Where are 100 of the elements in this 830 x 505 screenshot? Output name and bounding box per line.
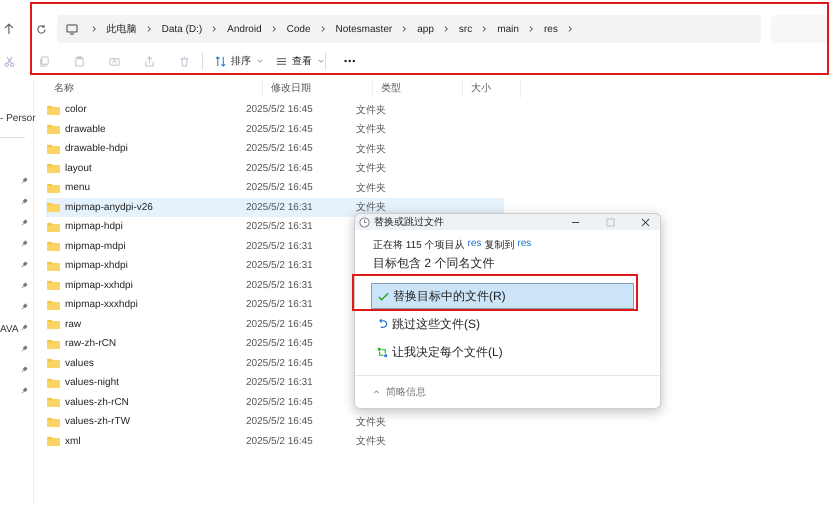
chevron-icon[interactable] xyxy=(528,25,534,33)
breadcrumb[interactable]: main xyxy=(497,24,519,34)
compare-icon xyxy=(377,346,388,358)
breadcrumb[interactable]: src xyxy=(458,24,472,34)
modified-date: 2025/5/2 16:31 xyxy=(246,202,314,213)
file-type: 文件夹 xyxy=(356,416,386,429)
file-name: xml xyxy=(65,436,82,447)
source-link[interactable]: res xyxy=(468,238,482,252)
dialog-heading: 目标包含 2 个同名文件 xyxy=(373,255,496,272)
option-button[interactable]: 让我决定每个文件(L) xyxy=(371,339,634,365)
view-button[interactable]: 查看 xyxy=(272,54,333,68)
modified-date: 2025/5/2 16:45 xyxy=(246,358,314,369)
details-toggle[interactable]: 简略信息 xyxy=(386,385,426,399)
destination-link[interactable]: res xyxy=(517,238,532,252)
chevron-icon[interactable] xyxy=(146,25,152,33)
file-name: mipmap-xxxhdpi xyxy=(65,299,139,310)
modified-date: 2025/5/2 16:31 xyxy=(246,280,314,291)
folder-icon xyxy=(47,358,60,368)
chevron-icon[interactable] xyxy=(482,25,488,33)
file-name: color xyxy=(65,104,88,116)
column-header[interactable]: 修改日期 xyxy=(263,80,373,98)
file-name: values-zh-rCN xyxy=(65,396,130,408)
file-name: raw-zh-rCN xyxy=(65,338,118,350)
status-text: 正在将 115 个项目从 xyxy=(373,238,464,252)
file-name: menu xyxy=(65,182,92,194)
breadcrumb[interactable]: Notesmaster xyxy=(336,24,392,34)
clock-icon xyxy=(359,216,370,228)
file-name: values-night xyxy=(65,377,120,388)
caret-icon xyxy=(318,59,324,63)
close-icon[interactable] xyxy=(641,218,650,226)
sidebar-item[interactable]: - Persor xyxy=(0,113,36,124)
file-row[interactable]: drawable 2025/5/2 16:45 文件夹 xyxy=(46,120,504,139)
folder-icon xyxy=(47,436,60,446)
chevron-icon[interactable] xyxy=(92,25,97,33)
file-name: drawable-hdpi xyxy=(65,143,129,154)
modified-date: 2025/5/2 16:45 xyxy=(246,416,314,428)
computer-icon xyxy=(66,24,78,34)
file-row[interactable]: values-zh-rTW 2025/5/2 16:45 文件夹 xyxy=(46,412,504,432)
file-type: 文件夹 xyxy=(356,182,386,195)
file-name: values-zh-rTW xyxy=(65,416,132,428)
sort-button[interactable]: 排序 xyxy=(211,54,272,68)
modified-date: 2025/5/2 16:45 xyxy=(246,124,314,135)
modified-date: 2025/5/2 16:45 xyxy=(246,396,314,408)
refresh-icon[interactable] xyxy=(36,24,47,34)
file-name: mipmap-mdpi xyxy=(65,240,127,252)
option-button[interactable]: 替换目标中的文件(R) xyxy=(371,283,634,309)
modified-date: 2025/5/2 16:31 xyxy=(246,260,314,272)
file-row[interactable]: menu 2025/5/2 16:45 文件夹 xyxy=(46,178,504,198)
chevron-icon[interactable] xyxy=(568,25,573,33)
chevron-icon[interactable] xyxy=(272,25,277,33)
file-name: values xyxy=(65,358,95,369)
file-row[interactable]: color 2025/5/2 16:45 文件夹 xyxy=(46,100,504,120)
file-row[interactable]: drawable-hdpi 2025/5/2 16:45 文件夹 xyxy=(46,139,504,158)
modified-date: 2025/5/2 16:31 xyxy=(246,377,314,388)
chevron-icon[interactable] xyxy=(402,25,408,33)
folder-icon xyxy=(47,241,60,252)
undo-icon xyxy=(377,318,388,330)
file-type: 文件夹 xyxy=(356,434,386,448)
address-bar[interactable]: 此电脑 Data (D:) Android Code Notesmaster app src main res xyxy=(56,15,762,43)
folder-icon xyxy=(47,378,60,388)
modified-date: 2025/5/2 16:45 xyxy=(246,182,314,194)
option-button[interactable]: 跳过这些文件(S) xyxy=(371,311,634,337)
caret-icon[interactable] xyxy=(373,390,380,394)
folder-icon xyxy=(47,222,60,232)
modified-date: 2025/5/2 16:45 xyxy=(246,338,314,350)
chevron-icon[interactable] xyxy=(212,25,218,33)
modified-date: 2025/5/2 16:45 xyxy=(246,436,314,447)
folder-icon xyxy=(47,124,60,134)
folder-icon xyxy=(47,397,60,408)
modified-date: 2025/5/2 16:31 xyxy=(246,240,314,252)
folder-icon xyxy=(47,260,60,271)
file-name: mipmap-hdpi xyxy=(65,221,124,232)
breadcrumb[interactable]: Code xyxy=(286,24,311,34)
column-header[interactable]: 类型 xyxy=(373,80,463,98)
modified-date: 2025/5/2 16:31 xyxy=(246,299,314,310)
file-row[interactable]: xml 2025/5/2 16:45 文件夹 xyxy=(46,432,504,451)
file-type: 文件夹 xyxy=(356,162,386,176)
file-row[interactable]: layout 2025/5/2 16:45 文件夹 xyxy=(46,158,504,178)
column-header[interactable]: 大小 xyxy=(463,80,521,98)
chevron-icon[interactable] xyxy=(444,25,449,33)
file-type: 文件夹 xyxy=(356,200,386,214)
sort-icon xyxy=(215,56,226,66)
column-header[interactable]: 名称 xyxy=(46,80,263,98)
modified-date: 2025/5/2 16:45 xyxy=(246,104,314,116)
folder-icon xyxy=(47,416,60,427)
folder-icon xyxy=(47,338,60,349)
sidebar-item[interactable]: AVA xyxy=(0,324,19,335)
breadcrumb[interactable]: res xyxy=(544,24,558,34)
breadcrumb[interactable]: Data (D:) xyxy=(162,24,202,34)
folder-icon xyxy=(47,104,60,115)
chevron-icon[interactable] xyxy=(320,25,326,33)
more-button[interactable]: ••• xyxy=(340,56,366,66)
breadcrumb[interactable]: Android xyxy=(227,24,262,34)
file-row[interactable]: mipmap-anydpi-v26 2025/5/2 16:31 文件夹 xyxy=(46,198,504,217)
check-icon xyxy=(378,290,389,302)
search-field[interactable] xyxy=(771,15,830,43)
breadcrumb[interactable]: app xyxy=(417,24,434,34)
breadcrumb[interactable]: 此电脑 xyxy=(106,22,137,36)
up-arrow-icon[interactable] xyxy=(4,23,14,35)
file-name: drawable xyxy=(65,124,107,135)
